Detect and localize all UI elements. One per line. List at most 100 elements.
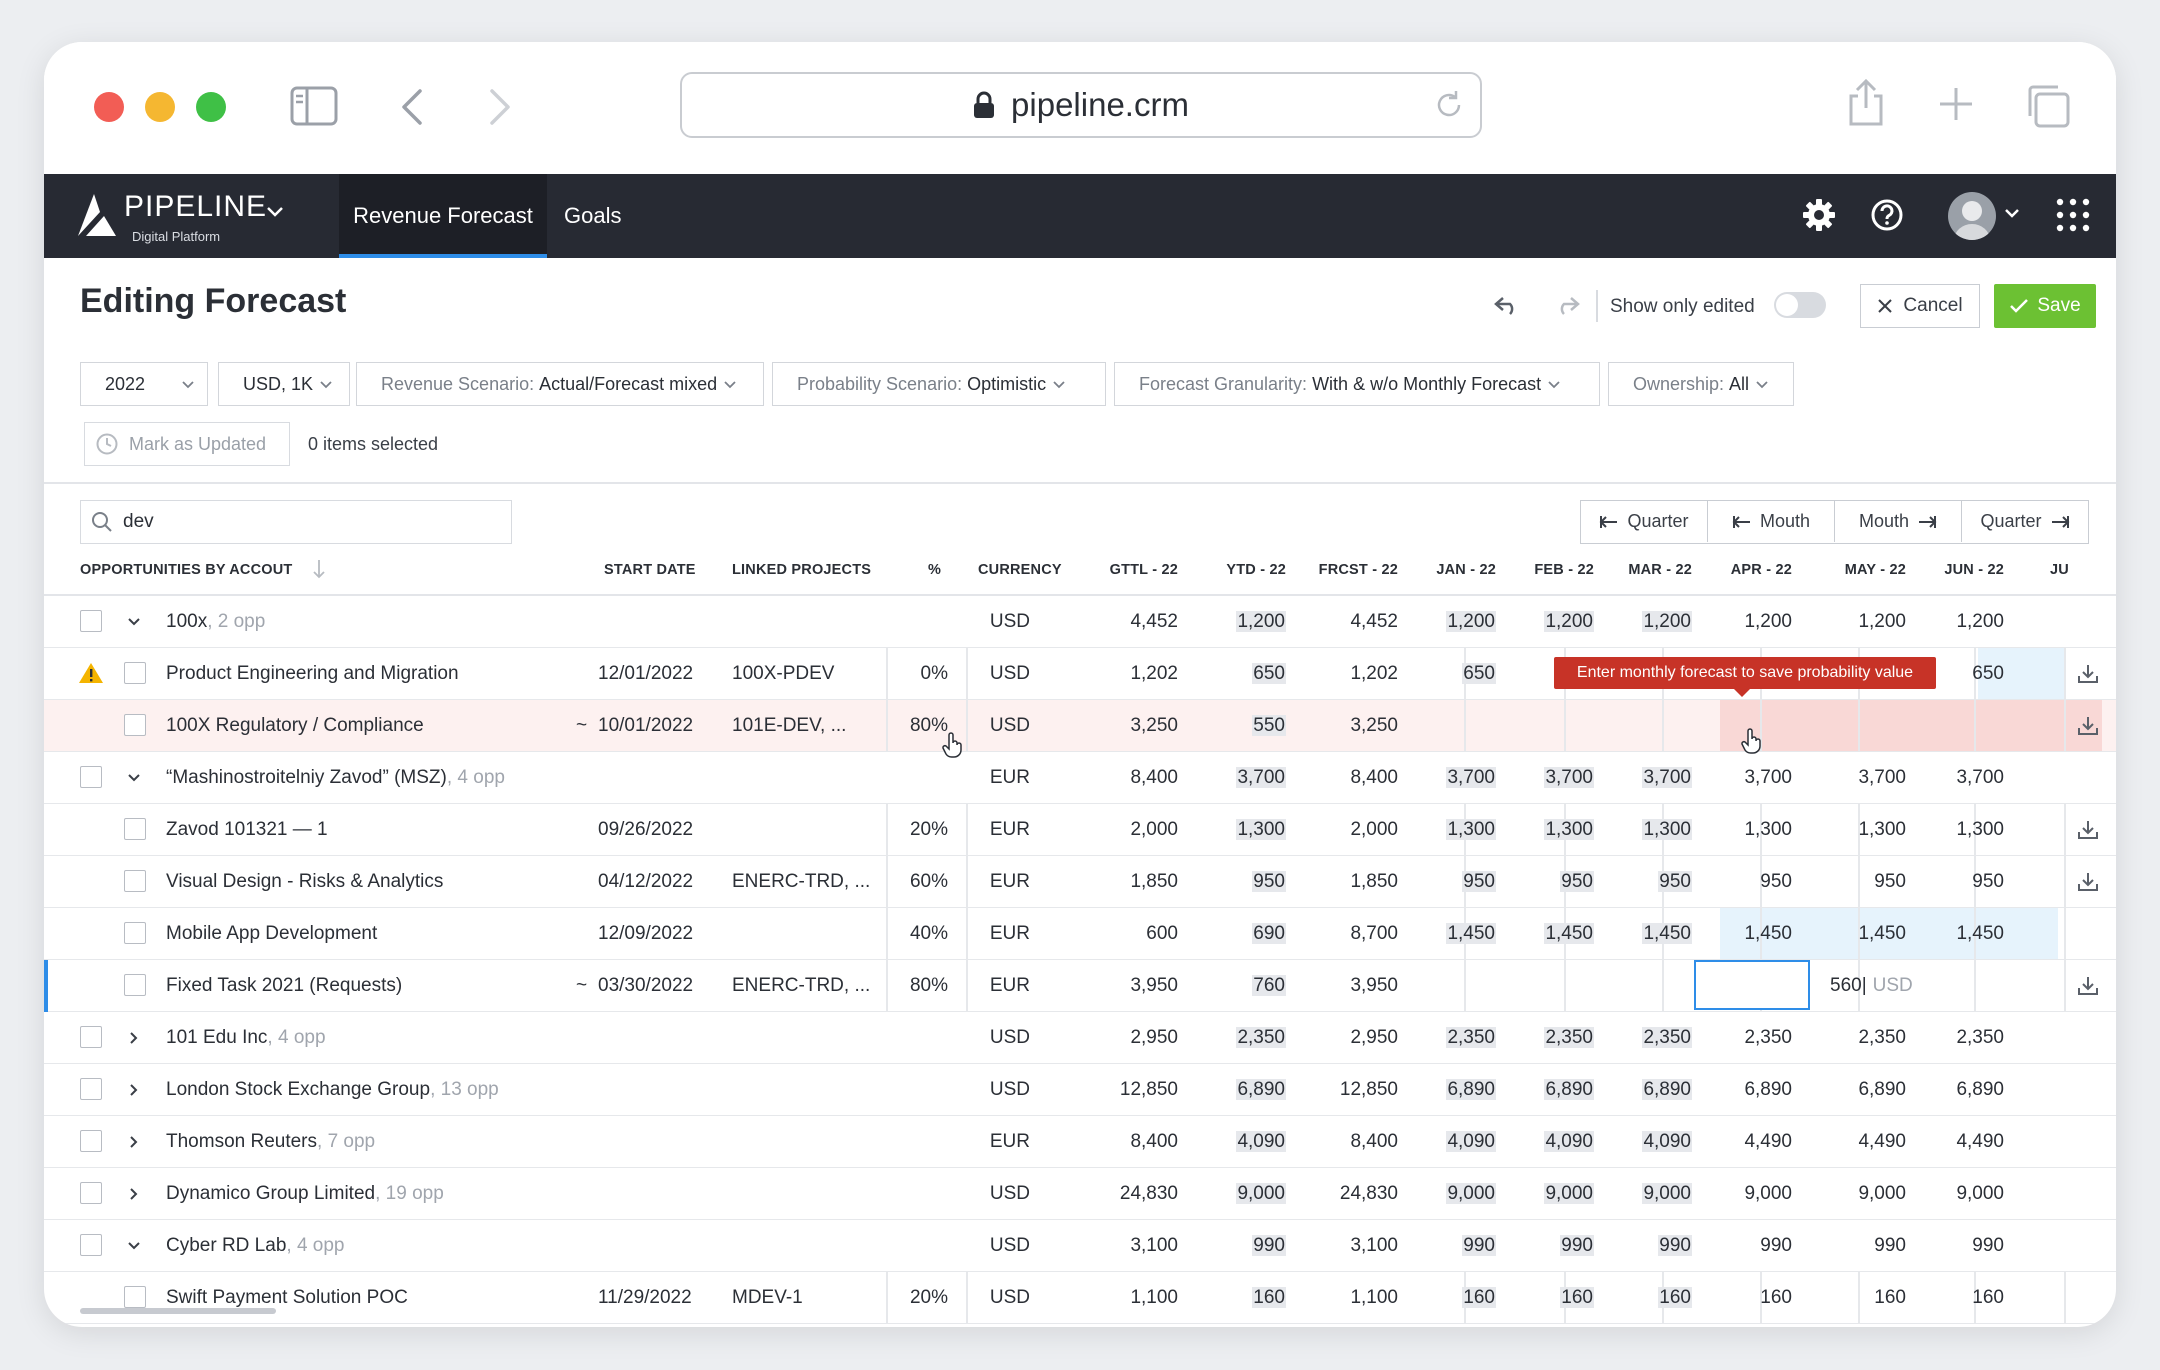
- value-cell[interactable]: 160: [1582, 1272, 1692, 1324]
- account-group-row[interactable]: 101 Edu Inc, 4 opp USD 2,950 2,350 2,950 2,35…: [44, 1012, 2116, 1064]
- value-cell[interactable]: 1,300: [1796, 804, 1906, 856]
- value-cell[interactable]: 1,450: [1386, 908, 1496, 960]
- chevron-right-icon[interactable]: [126, 1186, 142, 1202]
- row-checkbox[interactable]: [80, 1026, 102, 1048]
- value-cell[interactable]: 1,300: [1682, 804, 1792, 856]
- value-cell[interactable]: 6,890: [1894, 1064, 2004, 1116]
- value-cell[interactable]: 6,890: [1484, 1064, 1594, 1116]
- value-cell[interactable]: 3,700: [1682, 752, 1792, 804]
- undo-icon[interactable]: [1492, 296, 1520, 316]
- value-cell[interactable]: 650: [1386, 648, 1496, 700]
- tab-revenue-forecast[interactable]: Revenue Forecast: [339, 174, 547, 258]
- column-header-month[interactable]: GTTL - 22: [1068, 562, 1178, 578]
- back-icon[interactable]: [400, 88, 424, 126]
- value-cell[interactable]: 4,490: [1682, 1116, 1792, 1168]
- row-checkbox[interactable]: [80, 766, 102, 788]
- ownership-select[interactable]: Ownership: All: [1608, 362, 1794, 406]
- value-cell[interactable]: 1,300: [1894, 804, 2004, 856]
- brand-chevron-down-icon[interactable]: [266, 206, 284, 218]
- sidebar-toggle-icon[interactable]: [290, 86, 338, 126]
- column-header-month[interactable]: MAR - 22: [1582, 562, 1692, 578]
- value-cell[interactable]: 3,700: [1796, 752, 1906, 804]
- search-input[interactable]: dev: [80, 500, 512, 544]
- value-cell[interactable]: 6,890: [1386, 1064, 1496, 1116]
- column-header-opportunities[interactable]: OPPORTUNITIES BY ACCOUT: [80, 562, 292, 578]
- cancel-button[interactable]: Cancel: [1860, 284, 1980, 328]
- value-cell[interactable]: 950: [1796, 856, 1906, 908]
- column-header-month[interactable]: APR - 22: [1682, 562, 1792, 578]
- opportunity-row[interactable]: Swift Payment Solution POC 11/29/2022 MDEV…: [44, 1272, 2116, 1324]
- value-cell[interactable]: 1,300: [1386, 804, 1496, 856]
- prev-quarter-button[interactable]: Quarter: [1581, 501, 1708, 542]
- value-cell[interactable]: 4,090: [1582, 1116, 1692, 1168]
- account-group-row[interactable]: Cyber RD Lab, 4 opp USD 3,100 990 3,100 990 99…: [44, 1220, 2116, 1272]
- value-cell[interactable]: 2,350: [1682, 1012, 1792, 1064]
- account-group-row[interactable]: “Mashinostroitelniy Zavod” (MSZ), 4 opp E…: [44, 752, 2116, 804]
- column-header-month[interactable]: FEB - 22: [1484, 562, 1594, 578]
- sort-desc-icon[interactable]: [312, 558, 326, 580]
- column-header-month[interactable]: JUN - 22: [1894, 562, 2004, 578]
- value-cell[interactable]: 3,700: [1582, 752, 1692, 804]
- row-checkbox[interactable]: [80, 1234, 102, 1256]
- chevron-right-icon[interactable]: [126, 1030, 142, 1046]
- tabs-overview-icon[interactable]: [2024, 82, 2072, 130]
- value-cell[interactable]: 9,000: [1582, 1168, 1692, 1220]
- help-icon[interactable]: [1870, 198, 1904, 232]
- column-header-currency[interactable]: CURRENCY: [978, 562, 1062, 578]
- opportunity-row[interactable]: 100X Regulatory / Compliance ~10/01/2022 1…: [44, 700, 2116, 752]
- value-cell[interactable]: 9,000: [1484, 1168, 1594, 1220]
- row-checkbox[interactable]: [80, 610, 102, 632]
- row-checkbox[interactable]: [124, 818, 146, 840]
- monthly-forecast-input[interactable]: [1694, 960, 1810, 1010]
- row-checkbox[interactable]: [124, 1286, 146, 1308]
- value-cell[interactable]: 4,490: [1796, 1116, 1906, 1168]
- value-cell[interactable]: 3,700: [1894, 752, 2004, 804]
- minimize-window-button[interactable]: [145, 92, 175, 122]
- close-window-button[interactable]: [94, 92, 124, 122]
- account-group-row[interactable]: Dynamico Group Limited, 19 opp USD 24,830 9…: [44, 1168, 2116, 1220]
- value-cell[interactable]: 6,890: [1682, 1064, 1792, 1116]
- download-icon[interactable]: [2078, 976, 2098, 996]
- value-cell[interactable]: 9,000: [1894, 1168, 2004, 1220]
- account-group-row[interactable]: Thomson Reuters, 7 opp EUR 8,400 4,090 8,400…: [44, 1116, 2116, 1168]
- row-checkbox[interactable]: [80, 1078, 102, 1100]
- value-cell[interactable]: 990: [1582, 1220, 1692, 1272]
- opportunity-row[interactable]: Mobile App Development 12/09/2022 40% EUR 60…: [44, 908, 2116, 960]
- value-cell[interactable]: 6,890: [1796, 1064, 1906, 1116]
- value-cell[interactable]: 9,000: [1796, 1168, 1906, 1220]
- value-cell[interactable]: 1,450: [1796, 908, 1906, 960]
- column-header-month[interactable]: FRCST - 22: [1288, 562, 1398, 578]
- address-bar[interactable]: pipeline.crm: [680, 72, 1482, 138]
- value-cell[interactable]: 1,200: [1484, 596, 1594, 648]
- value-cell[interactable]: 3,700: [1386, 752, 1496, 804]
- value-cell[interactable]: 1,200: [1894, 596, 2004, 648]
- value-cell[interactable]: 1,300: [1582, 804, 1692, 856]
- revenue-scenario-select[interactable]: Revenue Scenario: Actual/Forecast mixed: [356, 362, 764, 406]
- maximize-window-button[interactable]: [196, 92, 226, 122]
- value-cell[interactable]: 3,700: [1484, 752, 1594, 804]
- value-cell[interactable]: 160: [1682, 1272, 1792, 1324]
- redo-icon[interactable]: [1554, 296, 1582, 316]
- chevron-down-icon[interactable]: [126, 614, 142, 630]
- avatar-chevron-down-icon[interactable]: [2004, 208, 2020, 218]
- show-only-edited-toggle[interactable]: [1774, 292, 1826, 318]
- chevron-down-icon[interactable]: [126, 1238, 142, 1254]
- value-cell[interactable]: 950: [1894, 856, 2004, 908]
- column-header-month[interactable]: YTD - 22: [1176, 562, 1286, 578]
- value-cell[interactable]: 1,200: [1682, 596, 1792, 648]
- account-group-row[interactable]: London Stock Exchange Group, 13 opp USD 12…: [44, 1064, 2116, 1116]
- value-cell[interactable]: 950: [1682, 856, 1792, 908]
- download-icon[interactable]: [2078, 664, 2098, 684]
- value-cell[interactable]: 950: [1484, 856, 1594, 908]
- gear-icon[interactable]: [1802, 198, 1836, 232]
- monthly-forecast-edit-value[interactable]: 560| USD: [1830, 960, 1913, 1012]
- value-cell[interactable]: 2,350: [1386, 1012, 1496, 1064]
- new-tab-icon[interactable]: [1938, 86, 1974, 122]
- horizontal-scrollbar[interactable]: [80, 1308, 276, 1314]
- opportunity-row[interactable]: Fixed Task 2021 (Requests) ~03/30/2022 ENE…: [44, 960, 2116, 1012]
- year-select[interactable]: 2022: [80, 362, 208, 406]
- value-cell[interactable]: 1,200: [1582, 596, 1692, 648]
- value-cell[interactable]: 990: [1386, 1220, 1496, 1272]
- row-checkbox[interactable]: [124, 662, 146, 684]
- value-cell[interactable]: 1,450: [1582, 908, 1692, 960]
